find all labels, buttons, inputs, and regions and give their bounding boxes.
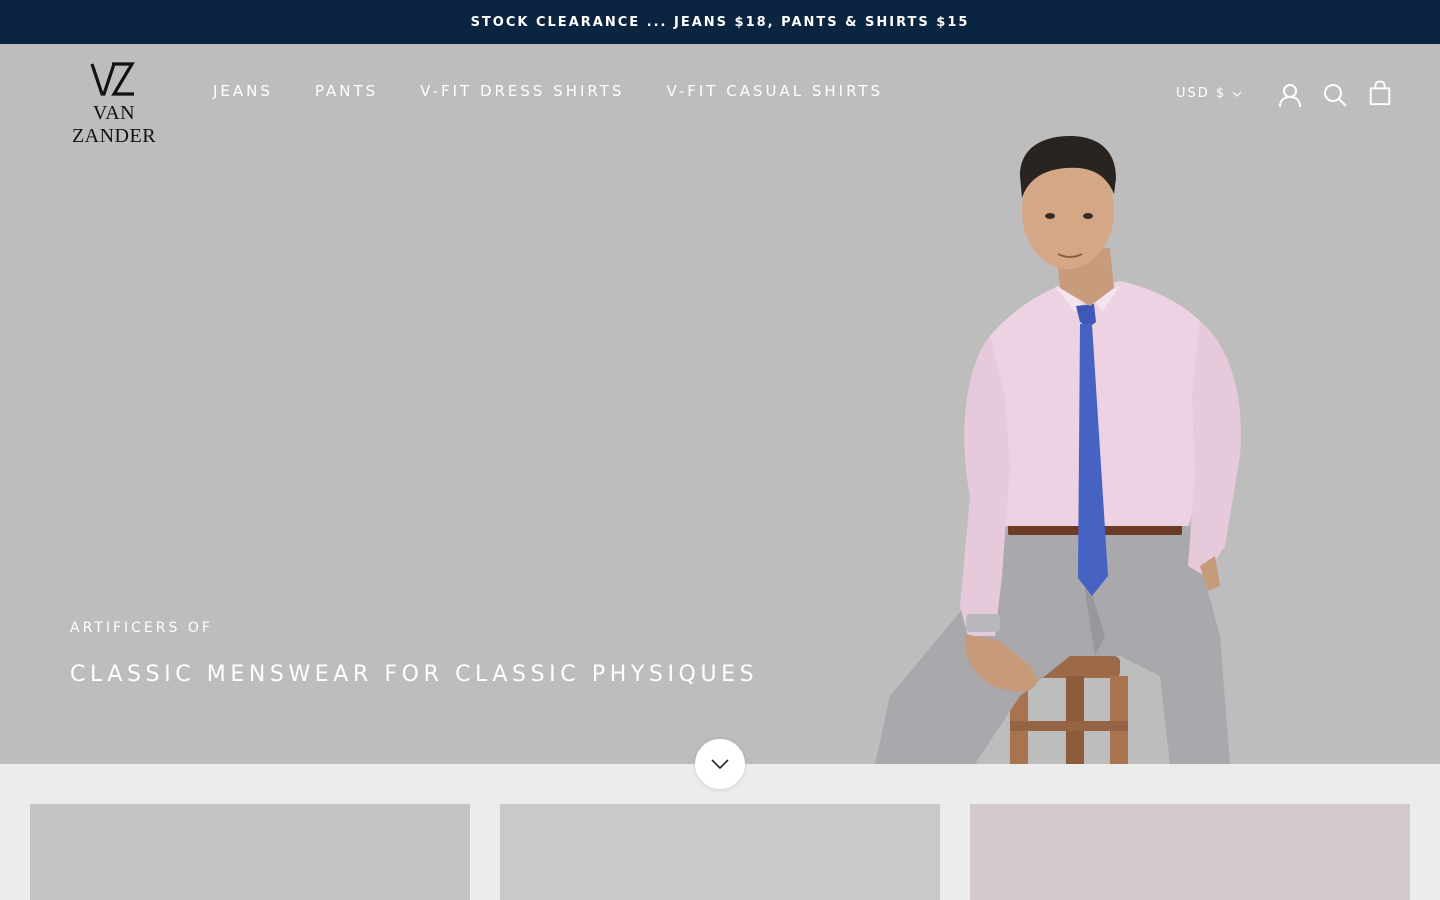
hero-title: CLASSIC MENSWEAR FOR CLASSIC PHYSIQUES — [70, 662, 759, 687]
currency-selector[interactable]: USD $ — [1176, 86, 1242, 101]
scroll-down-button[interactable] — [695, 739, 745, 789]
currency-label: USD $ — [1176, 86, 1227, 101]
account-icon[interactable] — [1277, 82, 1303, 108]
hero-section: VAN ZANDER JEANS PANTS V-FIT DRESS SHIRT… — [0, 44, 1440, 764]
nav-item-casual-shirts[interactable]: V-FIT CASUAL SHIRTS — [666, 82, 883, 100]
brand-logo[interactable]: VAN ZANDER — [52, 62, 176, 147]
logo-monogram-icon — [90, 62, 135, 96]
nav-item-pants[interactable]: PANTS — [315, 82, 378, 100]
collection-card[interactable] — [500, 804, 940, 900]
logo-wordmark: VAN ZANDER — [71, 102, 157, 147]
nav-item-dress-shirts[interactable]: V-FIT DRESS SHIRTS — [420, 82, 624, 100]
search-icon[interactable] — [1322, 82, 1348, 108]
nav-item-jeans[interactable]: JEANS — [213, 82, 273, 100]
cart-bag-icon[interactable] — [1367, 80, 1393, 106]
announcement-bar: STOCK CLEARANCE ... JEANS $18, PANTS & S… — [0, 0, 1440, 44]
main-nav: JEANS PANTS V-FIT DRESS SHIRTS V-FIT CAS… — [213, 82, 883, 100]
collection-card[interactable] — [970, 804, 1410, 900]
chevron-down-icon — [1232, 91, 1242, 97]
chevron-down-icon — [711, 759, 729, 770]
announcement-text: STOCK CLEARANCE ... JEANS $18, PANTS & S… — [470, 14, 970, 30]
hero-subtitle: ARTIFICERS OF — [70, 620, 213, 636]
site-header: VAN ZANDER JEANS PANTS V-FIT DRESS SHIRT… — [0, 44, 1440, 147]
collection-card[interactable] — [30, 804, 470, 900]
hero-model-image — [875, 136, 1241, 764]
